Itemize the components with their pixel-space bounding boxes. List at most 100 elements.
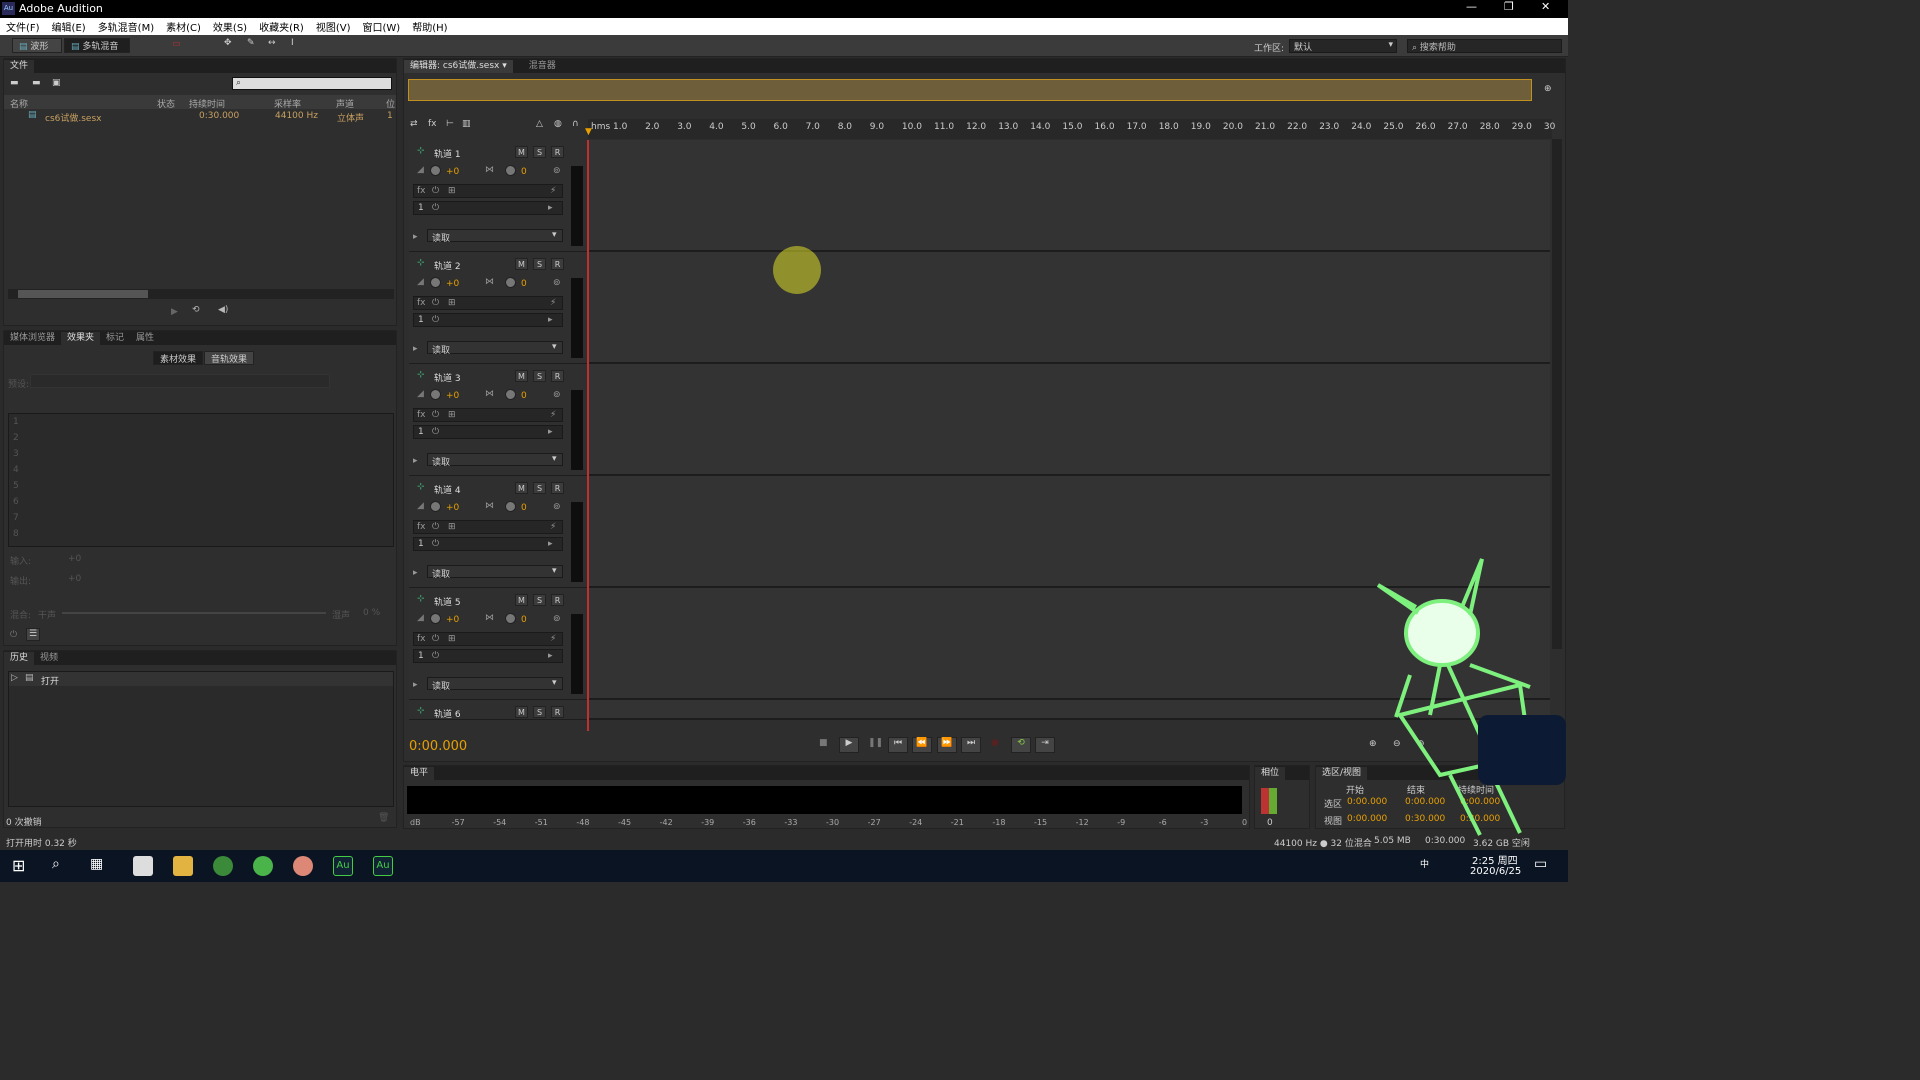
fx-settings-icon[interactable]: ⊞: [448, 186, 456, 196]
power-icon[interactable]: ⏻: [432, 203, 439, 213]
trash-icon[interactable]: 🗑: [378, 813, 389, 823]
razor-tool-icon[interactable]: ✎: [247, 38, 255, 48]
file-search-input[interactable]: ⌕: [232, 77, 392, 90]
expand-icon[interactable]: ▸: [413, 456, 418, 466]
pause-icon[interactable]: ❚❚: [868, 738, 883, 748]
track-name[interactable]: 轨道 1: [434, 147, 461, 160]
volume-value[interactable]: +0: [446, 391, 459, 401]
history-item[interactable]: ▷ ▤ 打开: [9, 672, 393, 687]
tab-phase[interactable]: 相位: [1255, 767, 1286, 780]
playhead-marker-icon[interactable]: ▼: [585, 127, 592, 137]
fx-icon[interactable]: fx: [417, 298, 426, 308]
effect-slot[interactable]: 5: [13, 481, 19, 491]
audition-taskbar-icon[interactable]: Au: [333, 856, 353, 876]
tab-video[interactable]: 视频: [34, 652, 64, 665]
pan-value[interactable]: 0: [521, 503, 527, 513]
zoom-navigator[interactable]: [408, 79, 1532, 101]
track-clip-area[interactable]: [588, 140, 1550, 252]
search-icon[interactable]: ⌕: [52, 856, 60, 872]
effect-slot-row[interactable]: 1 ⏻ ▸: [413, 649, 563, 663]
mute-button[interactable]: M: [515, 146, 528, 158]
input-routing-icon[interactable]: ⊚: [553, 502, 561, 512]
move-tool-icon[interactable]: ✥: [224, 38, 232, 48]
record-icon[interactable]: ●: [991, 738, 999, 748]
volume-value[interactable]: +0: [446, 167, 459, 177]
expand-icon[interactable]: ▸: [548, 651, 553, 661]
tab-editor[interactable]: 编辑器: cs6试做.sesx ▾: [404, 60, 513, 73]
sync-icon[interactable]: ⇄: [410, 119, 418, 129]
track-name[interactable]: 轨道 3: [434, 371, 461, 384]
menu-clip[interactable]: 素材(C): [166, 19, 201, 34]
menu-multitrack[interactable]: 多轨混音(M): [98, 19, 154, 34]
expand-icon[interactable]: ▸: [413, 232, 418, 242]
fx-icon[interactable]: fx: [417, 186, 426, 196]
input-routing-icon[interactable]: ⊚: [553, 166, 561, 176]
menu-help[interactable]: 帮助(H): [412, 19, 447, 34]
fx-power-icon[interactable]: ⚡: [550, 634, 556, 644]
skip-end-icon[interactable]: ⏭: [961, 737, 981, 753]
audition-taskbar-icon[interactable]: Au: [373, 856, 393, 876]
import-icon[interactable]: ▬: [32, 78, 41, 88]
minimize-icon[interactable]: —: [1466, 0, 1477, 13]
volume-knob[interactable]: [430, 277, 441, 288]
expand-icon[interactable]: ▸: [413, 680, 418, 690]
record-arm-button[interactable]: R: [551, 258, 564, 270]
tab-levels[interactable]: 电平: [404, 767, 435, 780]
pan-knob[interactable]: [505, 389, 516, 400]
automation-mode-select[interactable]: 读取 ▾: [427, 453, 563, 468]
time-ruler[interactable]: hms 1.0 2.0 3.0 4.0 5.0 6.0 7.0 8.0 9.0 10.0 11.0 1…: [585, 119, 1555, 139]
track-header[interactable]: ⊹ 轨道 5 M S R ◢ +0 ⋈ 0 ⊚ fx ⏻ ⊞ ⚡ 1 ⏻ ▸ ▸: [409, 588, 587, 700]
power-icon[interactable]: ⏻: [432, 186, 439, 196]
record-arm-icon[interactable]: ◍: [554, 119, 562, 129]
pan-value[interactable]: 0: [521, 167, 527, 177]
workspace-select[interactable]: 默认 ▾: [1289, 39, 1397, 53]
effect-slot[interactable]: 2: [13, 433, 19, 443]
menu-file[interactable]: 文件(F): [6, 19, 40, 34]
solo-button[interactable]: S: [533, 482, 546, 494]
loop-icon[interactable]: ⟲: [1011, 737, 1031, 753]
fx-icon[interactable]: fx: [417, 522, 426, 532]
zoom-navigator-icon[interactable]: ⊕: [1544, 84, 1552, 94]
expand-icon[interactable]: ▸: [413, 568, 418, 578]
effect-slot[interactable]: 8: [13, 529, 19, 539]
solo-button[interactable]: S: [533, 258, 546, 270]
time-display[interactable]: 0:00.000: [409, 739, 467, 754]
notification-icon[interactable]: ▭: [1534, 856, 1547, 872]
solo-button[interactable]: S: [533, 594, 546, 606]
power-icon[interactable]: ⏻: [432, 427, 439, 437]
record-arm-button[interactable]: R: [551, 146, 564, 158]
send-icon[interactable]: ⊢: [446, 119, 454, 129]
list-icon[interactable]: ☰: [26, 628, 40, 641]
volume-value[interactable]: +0: [446, 503, 459, 513]
record-tool-icon[interactable]: ▭: [172, 39, 181, 49]
fx-settings-icon[interactable]: ⊞: [448, 410, 456, 420]
tab-selection-view[interactable]: 选区/视图: [1316, 767, 1368, 780]
effect-slot-row[interactable]: 1 ⏻ ▸: [413, 425, 563, 439]
fx-icon[interactable]: fx: [428, 119, 437, 129]
fx-icon[interactable]: fx: [417, 634, 426, 644]
volume-knob[interactable]: [430, 389, 441, 400]
power-icon[interactable]: ⏻: [432, 651, 439, 661]
track-header[interactable]: ⊹ 轨道 1 M S R ◢ +0 ⋈ 0 ⊚ fx ⏻ ⊞ ⚡ 1 ⏻ ▸ ▸: [409, 140, 587, 252]
clock-date[interactable]: 2020/6/25: [1470, 866, 1521, 877]
track-name[interactable]: 轨道 4: [434, 483, 461, 496]
tab-effects-rack[interactable]: 效果夹: [61, 332, 101, 345]
fx-power-icon[interactable]: ⚡: [550, 522, 556, 532]
menu-view[interactable]: 视图(V): [316, 19, 351, 34]
task-view-icon[interactable]: ▦: [90, 856, 103, 872]
tab-files[interactable]: 文件: [4, 60, 35, 73]
track-header[interactable]: ⊹ 轨道 4 M S R ◢ +0 ⋈ 0 ⊚ fx ⏻ ⊞ ⚡ 1 ⏻ ▸ ▸: [409, 476, 587, 588]
pan-value[interactable]: 0: [521, 391, 527, 401]
fx-power-icon[interactable]: ⚡: [550, 410, 556, 420]
effect-slot[interactable]: 4: [13, 465, 19, 475]
app-taskbar-icon[interactable]: [133, 856, 153, 876]
pan-value[interactable]: 0: [521, 279, 527, 289]
play-icon[interactable]: ▶: [171, 307, 178, 317]
play-icon[interactable]: ▶: [839, 737, 859, 753]
tab-media-browser[interactable]: 媒体浏览器: [4, 332, 61, 345]
effect-slot-row[interactable]: 1 ⏻ ▸: [413, 201, 563, 215]
power-icon[interactable]: ⏻: [432, 410, 439, 420]
fx-settings-icon[interactable]: ⊞: [448, 522, 456, 532]
time-selection-tool-icon[interactable]: I: [291, 38, 294, 48]
mix-slider[interactable]: [62, 612, 326, 614]
